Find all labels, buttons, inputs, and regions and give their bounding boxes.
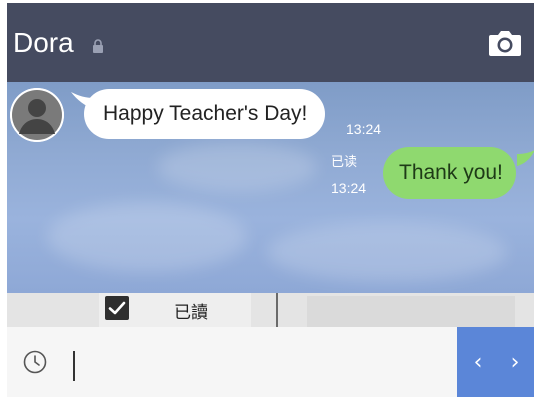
incoming-message-time: 13:24 — [346, 121, 382, 137]
outgoing-message-text: Thank you! — [399, 161, 503, 184]
chat-header: Dora — [7, 3, 534, 82]
checkmark-icon — [108, 301, 126, 315]
lock-icon — [93, 39, 103, 53]
message-input-caret[interactable] — [73, 351, 75, 381]
strip-panel — [307, 296, 515, 327]
avatar[interactable] — [10, 88, 64, 142]
read-receipt: 已读 — [331, 155, 358, 170]
outgoing-message-time: 13:24 — [331, 180, 367, 196]
cursor-left-button[interactable]: ‹ — [459, 327, 497, 397]
translation-strip: 已讀 — [7, 293, 534, 327]
strip-divider — [276, 293, 278, 327]
app-window: Dora Happy Teacher's Day! 13:24 已读 13:24… — [7, 3, 534, 397]
clock-icon[interactable] — [23, 350, 47, 374]
outgoing-message-bubble[interactable]: Thank you! — [383, 147, 516, 199]
cursor-right-button[interactable]: › — [496, 327, 534, 397]
outgoing-bubble-tail — [517, 150, 534, 166]
incoming-message-bubble[interactable]: Happy Teacher's Day! — [84, 89, 326, 139]
contact-name: Dora — [13, 27, 74, 58]
chat-area[interactable]: Happy Teacher's Day! 13:24 已读 13:24 Than… — [7, 82, 534, 293]
camera-icon[interactable] — [488, 29, 522, 57]
read-checkbox[interactable] — [105, 296, 129, 320]
message-input-bar: ‹ › — [7, 327, 534, 397]
incoming-message-text: Happy Teacher's Day! — [103, 102, 308, 125]
strip-label: 已讀 — [174, 303, 208, 323]
cursor-nav: ‹ › — [457, 327, 534, 397]
default-avatar-icon — [10, 88, 64, 142]
